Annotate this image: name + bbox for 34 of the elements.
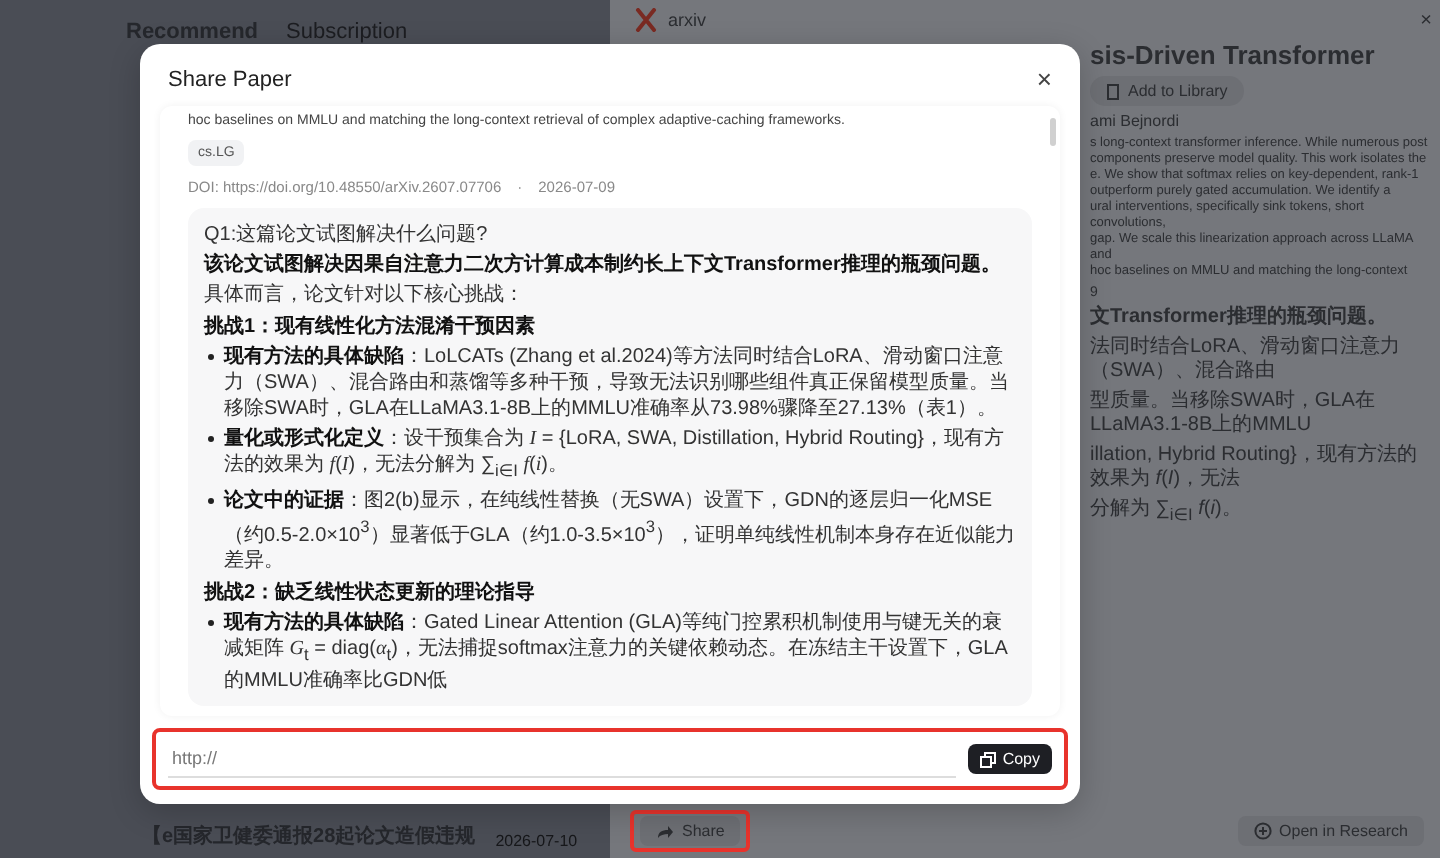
close-button[interactable]: × — [1032, 64, 1056, 94]
bullet-dot — [208, 620, 214, 627]
section-heading: 挑战1：现有线性化方法混淆干预因素 — [204, 314, 538, 340]
open-in-research-button[interactable]: Open in Research — [1237, 816, 1424, 846]
section-heading: 挑战2：缺乏线性状态更新的理论指导 — [204, 580, 538, 607]
link-field[interactable]: http:// — [168, 740, 957, 778]
bullet-dot — [208, 354, 214, 360]
copy-icon — [980, 751, 997, 767]
bullet-text: 量化或形式化定义：设干预集合为 I = {LoRA, SWA, Distillation, Hybrid Routing}，现有方法的效果为 f(I)，无法分解为 ∑$_{i∈I}$ f(i)。 — [224, 426, 1007, 484]
book-icon — [1106, 83, 1120, 99]
author-list: ami Bejnordi — [1090, 112, 1432, 130]
answer-text: 具体而言，论文针对以下核心挑战： — [204, 282, 526, 308]
paper-title: sis-Driven Transformer — [1090, 40, 1377, 70]
bullet-dot — [208, 498, 214, 504]
bullet-dot — [208, 436, 214, 442]
copy-button[interactable]: Copy — [968, 744, 1052, 774]
summary-line: 法同时结合LoRA、滑动窗口注意力（SWA）、混合路由 — [1090, 336, 1403, 384]
share-icon — [656, 823, 674, 839]
card-date: 2026-07-10 — [495, 832, 578, 850]
plus-circle-icon — [1253, 822, 1272, 840]
x-logo-icon — [634, 8, 658, 32]
summary-line: 文Transformer推理的瓶颈问题。 — [1090, 306, 1389, 330]
share-button[interactable]: Share — [640, 816, 741, 846]
add-to-library-button[interactable]: Add to Library — [1090, 76, 1244, 106]
answer-text: Q1:这篇论文试图解决什么问题? — [204, 222, 490, 248]
bullet-text: 现有方法的具体缺陷：LoLCATs (Zhang et al.2024)等方法同时结合LoRA、滑动窗口注意力（SWA）、混合路由和蒸馏等多种干预，导致无法识别哪些组件真正保留模型质量。当移除SWA时，GLA在LLaMA3.1-8B上的MMLU准确率从73.98%骤降至27.13%（表1）。 — [224, 344, 1011, 422]
source-label: arxiv — [668, 10, 707, 30]
scrollbar-thumb[interactable] — [1050, 118, 1056, 146]
close-button[interactable]: × — [1420, 9, 1432, 31]
summary-line: 分解为 ∑$_{i∈I}$ f(i)。 — [1090, 498, 1244, 526]
bullet-text: 论文中的证据：图2(b)显示，在纯线性替换（无SWA）设置下，GDN的逐层归一化MSE（约0.5-2.0×10$^{3}$）显著低于GLA（约1.0-3.5×10$^{3}$），证明单纯线性机制本身存在近似能力差异。 — [224, 488, 1016, 575]
bullet-text: 现有方法的具体缺陷：Gated Linear Attention (GLA)等纯门控累积机制使用与键无关的衰减矩阵 G$_{t}$ = diag(α$_{t}$)，无法捕捉softmax注意力的关键依赖动态。在冻结主干设置下，GLA的MMLU准确率比GDN低 — [224, 610, 1010, 695]
dialog-title: Share Paper — [168, 67, 292, 91]
answer-text: 该论文试图解决因果自注意力二次方计算成本制约长上下文Transformer推理的瓶颈问题。 — [204, 252, 1003, 278]
